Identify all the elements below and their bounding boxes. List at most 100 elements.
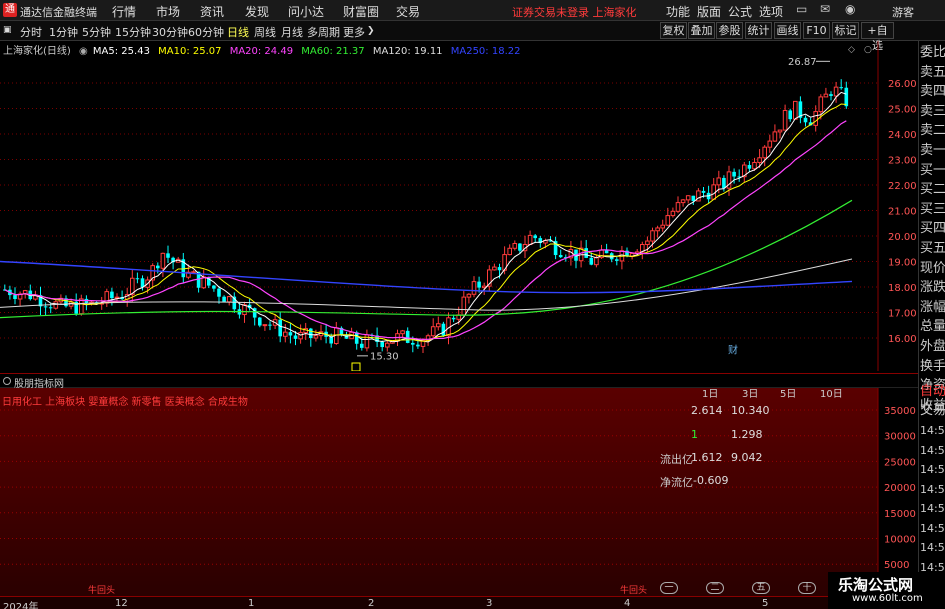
quote-panel-item: 委比 — [920, 45, 945, 60]
diamond-icon[interactable]: ◇ — [848, 45, 855, 55]
quote-panel-item[interactable]: 交易 — [920, 401, 945, 421]
candle-body-down — [278, 319, 282, 337]
menu-jiaoyi[interactable]: 交易 — [396, 3, 420, 20]
period-1min[interactable]: 1分钟 — [49, 24, 78, 40]
time-label: 12 — [115, 598, 128, 609]
menu-shichang[interactable]: 市场 — [156, 3, 180, 20]
candle-body-down — [441, 323, 446, 336]
caibao-marker[interactable]: 财 — [728, 343, 738, 356]
price-tick-label: 16.00 — [888, 334, 917, 345]
window-icon[interactable]: ▭ — [796, 2, 807, 16]
tool-f10[interactable]: F10 — [803, 22, 830, 39]
tick-time: 14:56 — [920, 502, 945, 515]
circle-icon[interactable]: ○ — [864, 45, 872, 55]
high-price-label: 26.87 — [788, 57, 817, 68]
menu-zixun[interactable]: 资讯 — [200, 3, 224, 20]
tool-fuquan[interactable]: 复权 — [660, 22, 687, 39]
candle-body-down — [166, 253, 170, 258]
quote-panel-item: 卖五 — [920, 64, 945, 80]
indicator-settings-icon[interactable] — [3, 377, 11, 385]
candle-body-up — [385, 342, 390, 348]
period-5min[interactable]: 5分钟 — [82, 24, 111, 40]
quote-panel-item: 买四 — [920, 221, 945, 237]
indicator-tick-label: 30000 — [884, 432, 916, 443]
candle-body-up — [645, 240, 650, 245]
quote-panel-item: 卖二 — [920, 123, 945, 139]
candle-body-up — [757, 157, 762, 163]
candle-body-down — [329, 336, 333, 344]
flow-row-label: 净流亿 — [660, 476, 693, 489]
price-tick-label: 18.00 — [888, 283, 917, 294]
nav-button-1[interactable]: 一 — [660, 582, 678, 594]
menu-faxian[interactable]: 发现 — [245, 3, 269, 20]
tool-zixuan[interactable]: +自选 — [861, 22, 894, 52]
tick-time: 14:56 — [920, 424, 945, 437]
price-tick-label: 23.00 — [888, 156, 917, 167]
candle-body-down — [48, 307, 53, 309]
candle-body-up — [436, 323, 441, 328]
menu-wenxiaoda[interactable]: 问小达 — [288, 3, 324, 20]
candle-body-down — [518, 243, 522, 251]
menu-xuanxiang[interactable]: 选项 — [759, 3, 783, 20]
period-60min[interactable]: 60分钟 — [188, 24, 224, 40]
menu-hangqing[interactable]: 行情 — [112, 3, 136, 20]
period-weekly[interactable]: 周线 — [254, 24, 276, 40]
nav-button-2[interactable]: 二 — [706, 582, 724, 594]
candle-body-up — [833, 86, 839, 97]
tool-tongji[interactable]: 统计 — [745, 22, 772, 39]
period-more[interactable]: 更多 — [343, 24, 365, 40]
candle-body-up — [665, 215, 671, 226]
indicator-tick-label: 25000 — [884, 457, 916, 468]
time-label: 3 — [486, 598, 493, 609]
square-icon[interactable]: ▣ — [3, 25, 12, 35]
tick-time: 14:56 — [920, 443, 945, 457]
menu-banmian[interactable]: 版面 — [697, 3, 721, 20]
kline-chart[interactable]: 26.00 25.00 24.00 23.00 22.00 21.00 20.00 19.00… — [0, 41, 918, 371]
login-warning[interactable]: 证券交易未登录 上海家化 — [512, 4, 637, 20]
indicator-tick-label: 35000 — [884, 406, 916, 417]
candle-body-down — [258, 317, 262, 326]
candle-body-up — [777, 129, 783, 133]
candle-body-up — [527, 234, 533, 246]
quote-panel: 委比 卖五 卖四 卖三 卖二 卖一 买一 买二 买三 买四 买五 现价 涨跌 涨幅 总量 外盘 换手 净资 收益 自动… — [918, 41, 945, 609]
indicator-chart[interactable]: 35000 30000 25000 20000 15000 10000 5000 牛回头 牛回头 — [0, 388, 918, 596]
candle-body-down — [405, 330, 410, 343]
tool-cangu[interactable]: 参股 — [716, 22, 743, 39]
candle-body-down — [411, 342, 415, 345]
watermark: 乐淘公式网 www.60lt.com — [828, 572, 945, 609]
flow-value: 1 — [691, 428, 698, 441]
candle-body-up — [283, 331, 288, 337]
col-header-3d: 3日 — [742, 389, 759, 400]
guest-label[interactable]: 游客 — [892, 4, 914, 20]
quote-panel-item: 换手 — [920, 358, 945, 374]
period-15min[interactable]: 15分钟 — [115, 24, 151, 40]
tool-huaxian[interactable]: 画线 — [774, 22, 801, 39]
quote-panel-item[interactable]: 自动 — [920, 382, 945, 402]
nav-button-10[interactable]: 十 — [798, 582, 816, 594]
tick-time: 14:56 — [920, 521, 945, 535]
nav-button-5[interactable]: 五 — [752, 582, 770, 594]
period-daily[interactable]: 日线 — [227, 24, 249, 40]
candle-body-up — [79, 298, 84, 315]
candle-body-up — [114, 296, 120, 299]
user-icon[interactable]: ◉ — [845, 2, 855, 16]
period-multi[interactable]: 多周期 — [307, 24, 340, 40]
flow-value: -0.609 — [693, 474, 729, 487]
menu-gongshi[interactable]: 公式 — [728, 3, 752, 20]
candle-body-down — [701, 190, 706, 193]
tool-biaoji[interactable]: 标记 — [832, 22, 859, 39]
chevron-right-icon[interactable]: ❯ — [367, 26, 375, 36]
period-fenshi[interactable]: 分时 — [20, 24, 42, 40]
tool-diejia[interactable]: 叠加 — [688, 22, 715, 39]
event-marker-icon[interactable] — [351, 362, 361, 371]
candle-body-up — [400, 330, 405, 335]
menu-gongneng[interactable]: 功能 — [666, 3, 690, 20]
tick-time: 14:56 — [920, 541, 945, 554]
mail-icon[interactable]: ✉ — [820, 2, 830, 16]
quote-panel-item: 卖一 — [920, 143, 945, 158]
period-monthly[interactable]: 月线 — [281, 24, 303, 40]
candle-body-up — [716, 177, 722, 186]
menu-caifuquan[interactable]: 财富圈 — [343, 3, 379, 20]
candle-body-up — [818, 96, 824, 113]
period-30min[interactable]: 30分钟 — [152, 24, 188, 40]
